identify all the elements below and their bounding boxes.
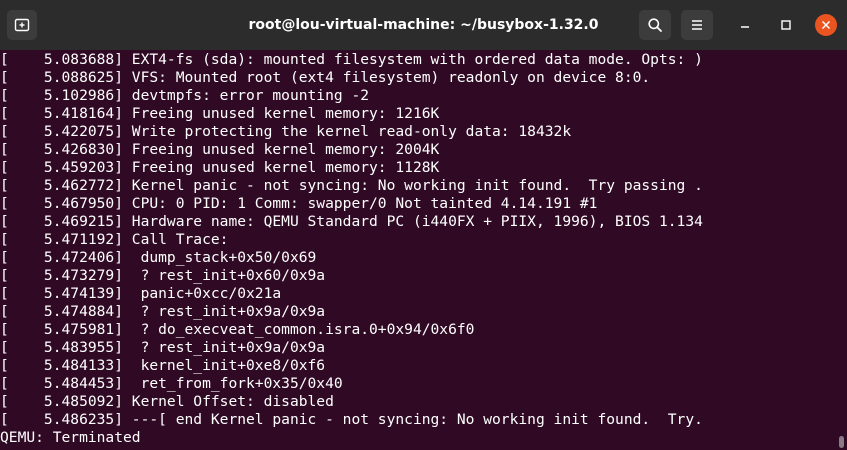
minimize-button[interactable]: [731, 11, 759, 39]
terminal-line: [ 5.422075] Write protecting the kernel …: [0, 123, 572, 140]
terminal-line: [ 5.426830] Freeing unused kernel memory…: [0, 141, 440, 158]
terminal-line: [ 5.475981] ? do_execveat_common.isra.0+…: [0, 321, 475, 338]
close-button-circle[interactable]: [815, 14, 837, 36]
window-title: root@lou-virtual-machine: ~/busybox-1.32…: [248, 17, 599, 33]
terminal-line: [ 5.469215] Hardware name: QEMU Standard…: [0, 213, 703, 230]
close-icon: [821, 20, 831, 30]
terminal-lines: [ 5.083688] EXT4-fs (sda): mounted files…: [0, 50, 836, 447]
terminal-line: [ 5.102986] devtmpfs: error mounting -2: [0, 87, 370, 104]
terminal-line: [ 5.467950] CPU: 0 PID: 1 Comm: swapper/…: [0, 195, 598, 212]
terminal-line: [ 5.083688] EXT4-fs (sda): mounted files…: [0, 51, 703, 68]
scrollbar[interactable]: [836, 50, 847, 450]
terminal-line: [ 5.462772] Kernel panic - not syncing: …: [0, 177, 703, 194]
new-tab-button[interactable]: [7, 10, 37, 40]
title-bar[interactable]: root@lou-virtual-machine: ~/busybox-1.32…: [0, 0, 847, 50]
terminal-line: QEMU: Terminated: [0, 429, 141, 446]
terminal-line: [ 5.484453] ret_from_fork+0x35/0x40: [0, 375, 343, 392]
minimize-icon: [741, 26, 749, 28]
terminal-line: [ 5.472406] dump_stack+0x50/0x69: [0, 249, 317, 266]
terminal-line: [ 5.459203] Freeing unused kernel memory…: [0, 159, 440, 176]
hamburger-menu-icon: [692, 20, 702, 30]
terminal-line: [ 5.484133] kernel_init+0xe8/0xf6: [0, 357, 326, 374]
search-button[interactable]: [639, 10, 671, 40]
terminal-line: [ 5.474139] panic+0xcc/0x21a: [0, 285, 282, 302]
terminal-line: [ 5.486235] ---[ end Kernel panic - not …: [0, 411, 703, 428]
close-button[interactable]: [812, 11, 840, 39]
terminal-line: [ 5.088625] VFS: Mounted root (ext4 file…: [0, 69, 651, 86]
scrollbar-thumb[interactable]: [839, 436, 844, 448]
maximize-icon: [781, 20, 791, 30]
terminal-line: [ 5.474884] ? rest_init+0x9a/0x9a: [0, 303, 326, 320]
terminal-line: [ 5.471192] Call Trace:: [0, 231, 229, 248]
new-tab-icon: [14, 18, 30, 32]
search-icon: [648, 18, 662, 32]
maximize-button[interactable]: [772, 11, 800, 39]
terminal-output[interactable]: [ 5.083688] EXT4-fs (sda): mounted files…: [0, 50, 836, 450]
terminal-window: root@lou-virtual-machine: ~/busybox-1.32…: [0, 0, 847, 450]
terminal-line: [ 5.483955] ? rest_init+0x9a/0x9a: [0, 339, 326, 356]
terminal-line: [ 5.485092] Kernel Offset: disabled: [0, 393, 334, 410]
terminal-line: [ 5.473279] ? rest_init+0x60/0x9a: [0, 267, 326, 284]
terminal-line: [ 5.418164] Freeing unused kernel memory…: [0, 105, 440, 122]
menu-button[interactable]: [681, 10, 713, 40]
